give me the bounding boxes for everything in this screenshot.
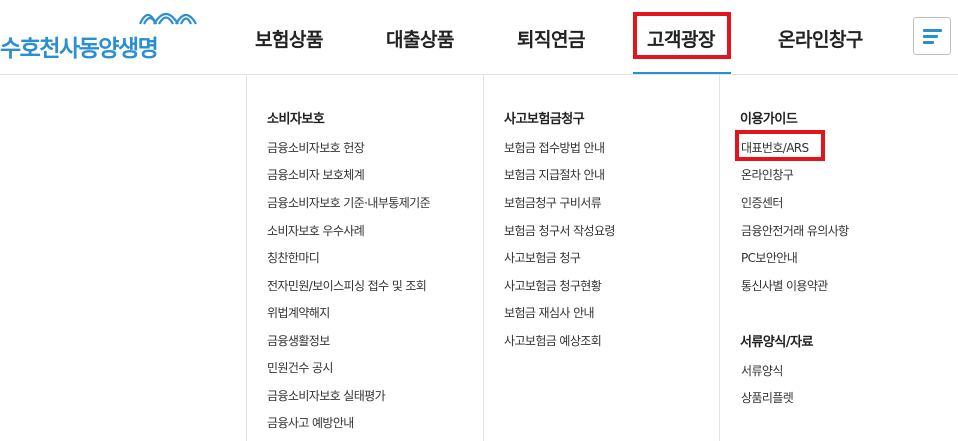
hamburger-line xyxy=(923,41,934,44)
menu-item[interactable]: 금융생활정보 xyxy=(267,332,330,349)
menu-item[interactable]: 보험금 재심사 안내 xyxy=(504,304,595,321)
column-divider xyxy=(719,75,720,441)
column-heading-usage-guide: 이용가이드 xyxy=(740,112,798,127)
menu-item[interactable]: 보험금청구 구비서류 xyxy=(504,194,602,211)
menu-item[interactable]: 보험금 접수방법 안내 xyxy=(504,139,605,156)
column-heading-documents: 서류양식/자료 xyxy=(740,335,814,350)
menu-item[interactable]: 온라인창구 xyxy=(741,166,794,183)
menu-item[interactable]: 칭찬한마디 xyxy=(267,249,320,266)
hamburger-menu-button[interactable] xyxy=(913,17,951,55)
menu-item[interactable]: 금융안전거래 유의사항 xyxy=(741,222,849,239)
column-heading-consumer-protection: 소비자보호 xyxy=(267,112,325,127)
nav-item-insurance-products[interactable]: 보험상품 xyxy=(255,25,323,52)
hamburger-menu-icon xyxy=(923,29,942,32)
nav-item-retirement-pension[interactable]: 퇴직연금 xyxy=(517,25,585,52)
menu-item[interactable]: 상품리플렛 xyxy=(741,389,794,406)
active-nav-highlight xyxy=(633,12,731,59)
menu-item[interactable]: 민원건수 공시 xyxy=(267,359,333,376)
menu-item[interactable]: 사고보험금 청구현황 xyxy=(504,277,602,294)
column-divider xyxy=(483,75,484,441)
menu-item[interactable]: 보험금 지급절차 안내 xyxy=(504,166,605,183)
menu-item[interactable]: 소비자보호 우수사례 xyxy=(267,222,365,239)
header-divider xyxy=(0,74,958,75)
menu-item[interactable]: 금융소비자보호 기준·내부통제기준 xyxy=(267,194,431,211)
menu-item[interactable]: 사고보험금 예상조회 xyxy=(504,332,602,349)
hamburger-line xyxy=(923,35,938,38)
brand-name: 수호천사동양생명 xyxy=(0,36,159,62)
highlighted-item-box xyxy=(735,130,825,161)
menu-item[interactable]: 사고보험금 청구 xyxy=(504,249,581,266)
wave-logo-icon xyxy=(138,12,197,25)
menu-item[interactable]: 인증센터 xyxy=(741,194,783,211)
column-heading-claims: 사고보험금청구 xyxy=(504,112,585,127)
menu-item[interactable]: 위법계약해지 xyxy=(267,304,330,321)
menu-item[interactable]: 서류양식 xyxy=(741,362,783,379)
column-divider xyxy=(246,75,247,441)
menu-item[interactable]: 통신사별 이용약관 xyxy=(741,277,828,294)
brand-logo[interactable]: 수호천사동양생명 xyxy=(0,4,200,64)
nav-item-online-counter[interactable]: 온라인창구 xyxy=(778,25,863,52)
menu-item[interactable]: PC보안안내 xyxy=(741,249,798,266)
menu-item[interactable]: 금융소비자보호 실태평가 xyxy=(267,387,386,404)
menu-item[interactable]: 금융소비자보호 헌장 xyxy=(267,139,365,156)
nav-item-loan-products[interactable]: 대출상품 xyxy=(386,25,454,52)
menu-item[interactable]: 보험금 청구서 작성요령 xyxy=(504,222,615,239)
menu-item[interactable]: 전자민원/보이스피싱 접수 및 조회 xyxy=(267,277,427,294)
menu-item[interactable]: 금융소비자 보호체계 xyxy=(267,166,365,183)
menu-item[interactable]: 금융사고 예방안내 xyxy=(267,414,354,431)
site-header: 수호천사동양생명 보험상품 대출상품 퇴직연금 고객광장 온라인창구 xyxy=(0,0,958,75)
